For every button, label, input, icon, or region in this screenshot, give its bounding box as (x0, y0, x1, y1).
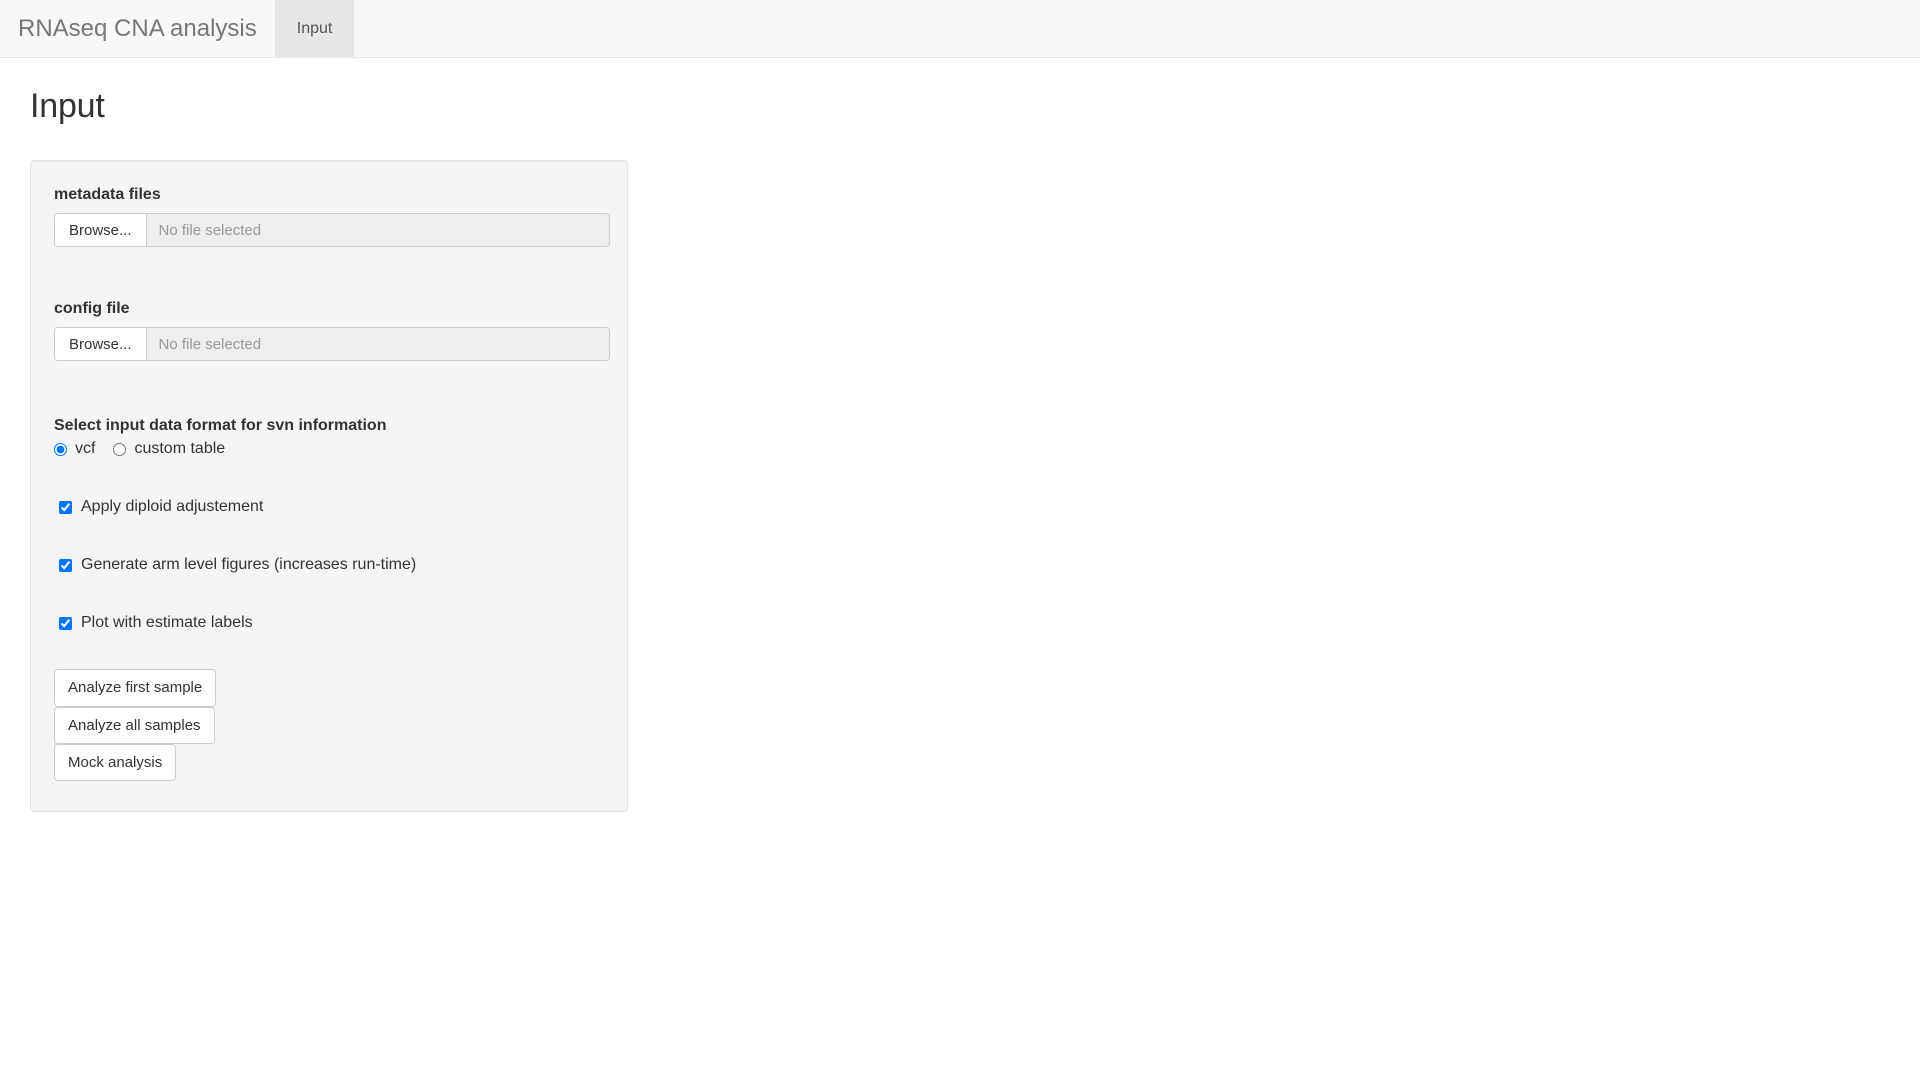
checkbox-plot-with-estimate-labels[interactable]: Plot with estimate labels (54, 615, 604, 631)
metadata-files-filename[interactable]: No file selected (147, 214, 609, 246)
page-title: Input (0, 58, 1920, 125)
tab-input[interactable]: Input (275, 0, 355, 57)
nav-tabs: Input (275, 0, 355, 57)
checkbox-input-generate-arm-level-figures[interactable] (59, 559, 72, 572)
radio-input-custom-table[interactable] (113, 443, 126, 456)
radio-label-custom-table: custom table (134, 441, 225, 457)
radio-input-vcf[interactable] (54, 443, 67, 456)
analyze-all-samples-wrap: Analyze all samples (54, 707, 604, 744)
analyze-all-samples-button[interactable]: Analyze all samples (54, 707, 215, 744)
spacer (54, 361, 604, 417)
svn-format-options: vcf custom table (54, 441, 604, 457)
svn-format-label: Select input data format for svn informa… (54, 417, 604, 435)
radio-label-vcf: vcf (75, 441, 95, 457)
checkbox-label-generate-arm-level-figures: Generate arm level figures (increases ru… (81, 557, 416, 573)
svn-format-group: Select input data format for svn informa… (54, 417, 604, 457)
checkbox-label-apply-diploid-adjustement: Apply diploid adjustement (81, 499, 263, 515)
metadata-files-label: metadata files (54, 185, 604, 204)
radio-option-vcf[interactable]: vcf (54, 441, 95, 457)
mock-analysis-button[interactable]: Mock analysis (54, 744, 176, 781)
radio-option-custom-table[interactable]: custom table (113, 441, 225, 457)
input-panel: metadata files Browse... No file selecte… (30, 160, 628, 812)
page-body: Input metadata files Browse... No file s… (0, 58, 1920, 125)
checkbox-label-plot-with-estimate-labels: Plot with estimate labels (81, 615, 253, 631)
mock-analysis-wrap: Mock analysis (54, 744, 604, 781)
navbar-brand[interactable]: RNAseq CNA analysis (0, 0, 275, 57)
config-file-label: config file (54, 299, 604, 318)
config-file-filename[interactable]: No file selected (147, 328, 609, 360)
checkbox-apply-diploid-adjustement[interactable]: Apply diploid adjustement (54, 499, 604, 515)
metadata-files-group: metadata files Browse... No file selecte… (54, 185, 604, 247)
checkbox-input-plot-with-estimate-labels[interactable] (59, 617, 72, 630)
config-file-browse-button[interactable]: Browse... (55, 328, 147, 360)
navbar: RNAseq CNA analysis Input (0, 0, 1920, 58)
metadata-files-browse-button[interactable]: Browse... (55, 214, 147, 246)
analyze-first-sample-button[interactable]: Analyze first sample (54, 669, 216, 706)
config-file-group: config file Browse... No file selected (54, 299, 604, 361)
checkbox-input-apply-diploid-adjustement[interactable] (59, 501, 72, 514)
spacer (54, 247, 604, 299)
analyze-first-sample-wrap: Analyze first sample (54, 669, 604, 706)
action-buttons: Analyze first sample Analyze all samples… (54, 669, 604, 781)
checkbox-generate-arm-level-figures[interactable]: Generate arm level figures (increases ru… (54, 557, 604, 573)
metadata-files-input[interactable]: Browse... No file selected (54, 213, 610, 247)
config-file-input[interactable]: Browse... No file selected (54, 327, 610, 361)
